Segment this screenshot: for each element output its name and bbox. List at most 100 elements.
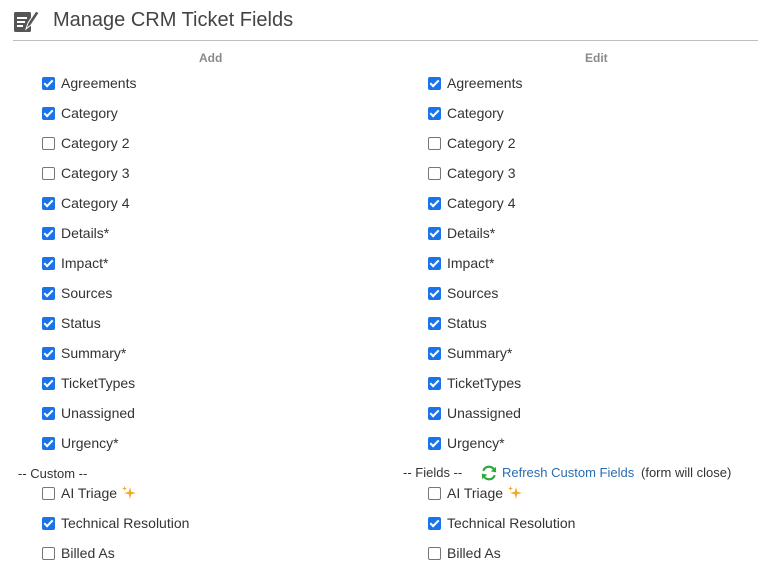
edit-checkbox[interactable] xyxy=(428,316,441,330)
add-checkbox[interactable] xyxy=(42,76,55,90)
add-checkbox[interactable] xyxy=(42,286,55,300)
edit-field-billed-as[interactable]: Billed As xyxy=(428,543,501,563)
edit-checkbox[interactable] xyxy=(428,516,441,530)
add-field-summary[interactable]: Summary* xyxy=(42,343,126,363)
add-checkbox[interactable] xyxy=(42,346,55,360)
edit-checkbox[interactable] xyxy=(428,346,441,360)
edit-field-agreements[interactable]: Agreements xyxy=(428,73,522,93)
add-checkbox[interactable] xyxy=(42,196,55,210)
add-checkbox[interactable] xyxy=(42,406,55,420)
field-label: Category xyxy=(447,105,504,121)
add-checkbox[interactable] xyxy=(42,226,55,240)
edit-field-details[interactable]: Details* xyxy=(428,223,495,243)
add-field-billed-as[interactable]: Billed As xyxy=(42,543,115,563)
edit-field-summary[interactable]: Summary* xyxy=(428,343,512,363)
add-field-urgency[interactable]: Urgency* xyxy=(42,433,119,453)
edit-field-urgency[interactable]: Urgency* xyxy=(428,433,505,453)
field-label: Details* xyxy=(61,225,110,241)
edit-checkbox[interactable] xyxy=(428,166,441,180)
add-field-unassigned[interactable]: Unassigned xyxy=(42,403,135,423)
field-label: Billed As xyxy=(447,545,501,561)
field-label: Status xyxy=(447,315,487,331)
edit-field-category-3[interactable]: Category 3 xyxy=(428,163,515,183)
add-field-status[interactable]: Status xyxy=(42,313,101,333)
edit-field-sources[interactable]: Sources xyxy=(428,283,498,303)
field-label: Unassigned xyxy=(61,405,135,421)
add-checkbox[interactable] xyxy=(42,316,55,330)
sparkle-icon xyxy=(508,486,523,499)
field-label: Agreements xyxy=(61,75,137,91)
field-label: Summary* xyxy=(447,345,513,361)
add-checkbox[interactable] xyxy=(42,376,55,390)
add-field-category-3[interactable]: Category 3 xyxy=(42,163,129,183)
edit-checkbox[interactable] xyxy=(428,256,441,270)
field-label: Status xyxy=(61,315,101,331)
add-field-impact[interactable]: Impact* xyxy=(42,253,108,273)
field-label: Sources xyxy=(61,285,113,301)
edit-field-status[interactable]: Status xyxy=(428,313,487,333)
add-checkbox[interactable] xyxy=(42,546,55,560)
edit-field-impact[interactable]: Impact* xyxy=(428,253,494,273)
edit-field-unassigned[interactable]: Unassigned xyxy=(428,403,521,423)
field-label: TicketTypes xyxy=(61,375,136,391)
field-label: Category 3 xyxy=(61,165,130,181)
add-field-agreements[interactable]: Agreements xyxy=(42,73,136,93)
field-label: Agreements xyxy=(447,75,523,91)
add-field-tickettypes[interactable]: TicketTypes xyxy=(42,373,135,393)
edit-checkbox[interactable] xyxy=(428,376,441,390)
edit-field-category[interactable]: Category xyxy=(428,103,504,123)
field-label: Category 4 xyxy=(61,195,130,211)
field-label: Technical Resolution xyxy=(61,515,190,531)
edit-checkbox[interactable] xyxy=(428,226,441,240)
add-field-sources[interactable]: Sources xyxy=(42,283,112,303)
field-label: Category 2 xyxy=(61,135,130,151)
field-label: Unassigned xyxy=(447,405,521,421)
edit-checkbox[interactable] xyxy=(428,486,441,500)
add-field-ai-triage[interactable]: AI Triage xyxy=(42,483,137,503)
refresh-icon[interactable] xyxy=(480,464,498,482)
field-label: Urgency* xyxy=(61,435,119,451)
field-label: Impact* xyxy=(61,255,109,271)
add-checkbox[interactable] xyxy=(42,516,55,530)
edit-field-category-2[interactable]: Category 2 xyxy=(428,133,515,153)
field-label: Urgency* xyxy=(447,435,505,451)
edit-note-icon xyxy=(14,10,39,32)
edit-field-ai-triage[interactable]: AI Triage xyxy=(428,483,523,503)
field-label: Summary* xyxy=(61,345,127,361)
field-label: Category xyxy=(61,105,118,121)
add-field-technical-resolution[interactable]: Technical Resolution xyxy=(42,513,189,533)
add-field-details[interactable]: Details* xyxy=(42,223,109,243)
edit-checkbox[interactable] xyxy=(428,286,441,300)
edit-field-category-4[interactable]: Category 4 xyxy=(428,193,515,213)
edit-checkbox[interactable] xyxy=(428,76,441,90)
edit-checkbox[interactable] xyxy=(428,106,441,120)
field-label: Sources xyxy=(447,285,499,301)
add-checkbox[interactable] xyxy=(42,436,55,450)
edit-checkbox[interactable] xyxy=(428,136,441,150)
refresh-custom-fields-link[interactable]: Refresh Custom Fields xyxy=(502,465,634,480)
page-title: Manage CRM Ticket Fields xyxy=(53,9,294,31)
edit-checkbox[interactable] xyxy=(428,546,441,560)
add-field-category-2[interactable]: Category 2 xyxy=(42,133,129,153)
add-field-category[interactable]: Category xyxy=(42,103,118,123)
field-label: Details* xyxy=(447,225,496,241)
add-checkbox[interactable] xyxy=(42,106,55,120)
add-checkbox[interactable] xyxy=(42,486,55,500)
edit-field-technical-resolution[interactable]: Technical Resolution xyxy=(428,513,575,533)
field-label: AI Triage xyxy=(61,485,118,501)
field-label: TicketTypes xyxy=(447,375,522,391)
field-label: Category 4 xyxy=(447,195,516,211)
add-checkbox[interactable] xyxy=(42,256,55,270)
add-checkbox[interactable] xyxy=(42,166,55,180)
field-label: Impact* xyxy=(447,255,495,271)
edit-field-tickettypes[interactable]: TicketTypes xyxy=(428,373,521,393)
edit-column-header: Edit xyxy=(585,51,608,65)
edit-checkbox[interactable] xyxy=(428,406,441,420)
edit-checkbox[interactable] xyxy=(428,436,441,450)
sparkle-icon xyxy=(122,486,137,499)
edit-checkbox[interactable] xyxy=(428,196,441,210)
add-column-header: Add xyxy=(199,51,223,65)
fields-separator-label: -- Fields -- xyxy=(403,465,463,480)
add-checkbox[interactable] xyxy=(42,136,55,150)
add-field-category-4[interactable]: Category 4 xyxy=(42,193,129,213)
